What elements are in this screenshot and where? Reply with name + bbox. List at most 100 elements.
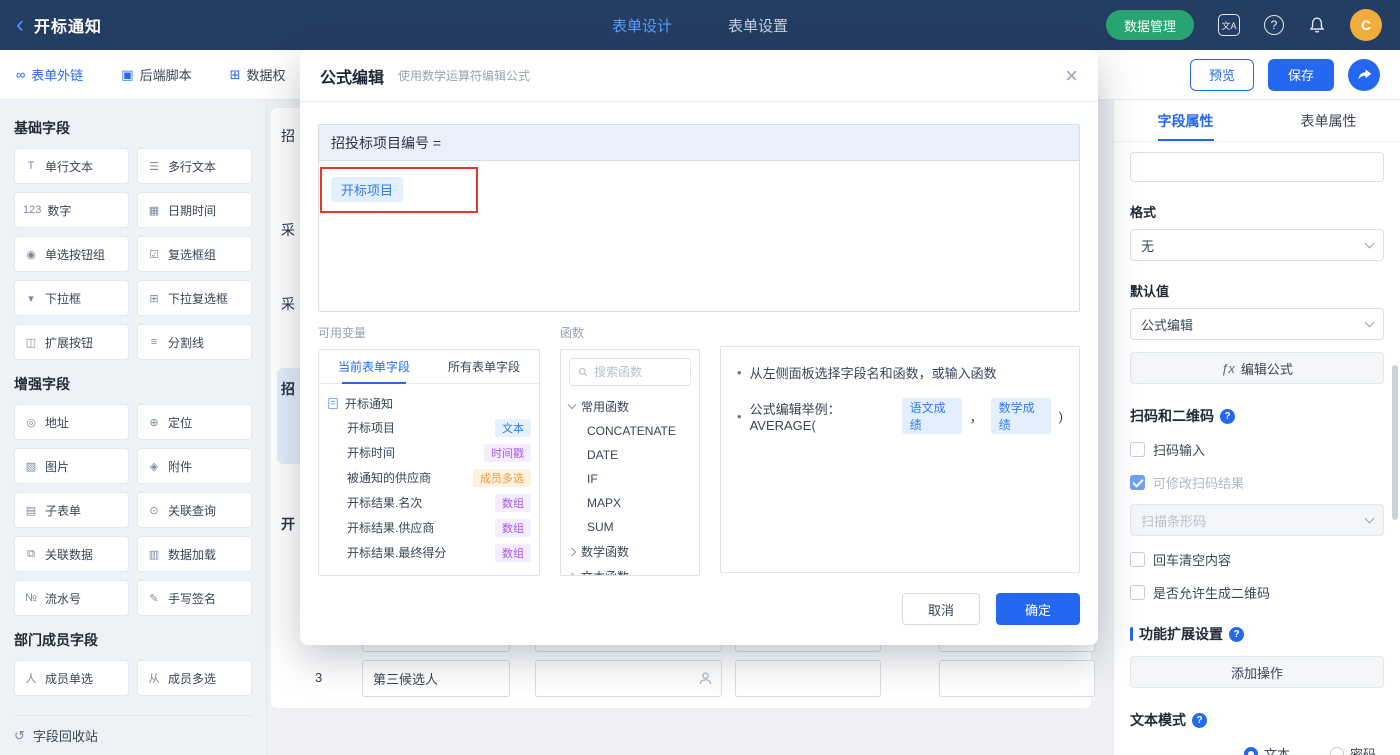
field-item-attachment[interactable]: ◈ 附件: [137, 448, 252, 484]
function-search[interactable]: [569, 358, 691, 386]
field-item-member-multi[interactable]: 从成员多选: [137, 660, 252, 696]
field-item-multi-line-text[interactable]: ☰ 多行文本: [137, 148, 252, 184]
translate-icon[interactable]: 文A: [1218, 14, 1240, 36]
checkbox-box-checked[interactable]: [1130, 475, 1145, 490]
field-item-label: 手写签名: [168, 591, 217, 606]
checkbox-box[interactable]: [1130, 442, 1145, 457]
field-item-serial-number[interactable]: № 流水号: [14, 580, 129, 616]
data-manage-button[interactable]: 数据管理: [1105, 10, 1194, 40]
variable-field-row[interactable]: 开标结果.名次 数组: [327, 490, 531, 515]
panel-scrollbar[interactable]: [1392, 365, 1398, 520]
notification-bell-icon[interactable]: [1308, 16, 1326, 34]
section-help-icon[interactable]: ?: [1192, 712, 1207, 728]
field-item-dropdown[interactable]: ▾ 下拉框: [14, 280, 129, 316]
field-item-multi-dropdown[interactable]: ⊞ 下拉复选框: [137, 280, 252, 316]
function-item-if[interactable]: IF: [569, 467, 691, 491]
function-tree: 常用函数 CONCATENATE DATE IF MAPX SUM 数学函数: [561, 394, 699, 575]
confirm-button[interactable]: 确定: [996, 593, 1080, 625]
tab-all-form-fields[interactable]: 所有表单字段: [429, 350, 539, 383]
modal-header: 公式编辑 使用数学运算符编辑公式 ×: [300, 50, 1098, 102]
variable-field-row[interactable]: 开标时间 时间戳: [327, 440, 531, 465]
checkbox-scan-input[interactable]: 扫码输入: [1130, 440, 1384, 459]
field-item-data-load[interactable]: ▥ 数据加载: [137, 536, 252, 572]
default-value-select[interactable]: 公式编辑: [1130, 308, 1384, 340]
field-recycle-bin[interactable]: ↺ 字段回收站: [14, 715, 252, 755]
share-button[interactable]: [1348, 58, 1380, 91]
divider-icon: ≡: [150, 336, 158, 348]
function-group-common[interactable]: 常用函数: [567, 394, 691, 419]
bullet-icon: •: [737, 365, 742, 380]
scan-barcode-select[interactable]: 扫描条形码: [1130, 504, 1384, 536]
field-item-linked-query[interactable]: ⊙ 关联查询: [137, 492, 252, 528]
backend-script-button[interactable]: ▣ 后端脚本: [121, 65, 191, 84]
field-title-input[interactable]: [1130, 152, 1384, 182]
variable-field-row[interactable]: 被通知的供应商 成员多选: [327, 465, 531, 490]
function-item-date[interactable]: DATE: [569, 443, 691, 467]
edit-formula-button[interactable]: ƒx 编辑公式: [1130, 352, 1384, 384]
checkbox-editable-scan-result[interactable]: 可修改扫码结果: [1130, 473, 1384, 492]
data-permission-button[interactable]: ⊞ 数据权: [230, 65, 286, 84]
field-item-label: 下拉复选框: [168, 291, 229, 306]
preview-button[interactable]: 预览: [1189, 58, 1254, 91]
tab-form-settings[interactable]: 表单设置: [728, 15, 788, 36]
tab-form-properties[interactable]: 表单属性: [1257, 100, 1400, 141]
format-select[interactable]: 无: [1130, 229, 1384, 261]
field-item-member-single[interactable]: 人成员单选: [14, 660, 129, 696]
field-item-single-line-text[interactable]: T 单行文本: [14, 148, 129, 184]
form-node[interactable]: 开标通知: [327, 391, 531, 415]
radio-password-mode[interactable]: 密码: [1329, 744, 1376, 755]
field-item-divider[interactable]: ≡ 分割线: [137, 324, 252, 360]
variable-field-row[interactable]: 开标结果.最终得分 数组: [327, 540, 531, 565]
field-item-extend-button[interactable]: ◫ 扩展按钮: [14, 324, 129, 360]
function-item-mapx[interactable]: MAPX: [569, 491, 691, 515]
function-group-math[interactable]: 数学函数: [567, 539, 691, 564]
checkbox-box[interactable]: [1130, 585, 1145, 600]
variable-field-row[interactable]: 开标项目 文本: [327, 415, 531, 440]
section-help-icon[interactable]: ?: [1229, 626, 1244, 642]
radio-text-mode[interactable]: 文本: [1243, 744, 1290, 755]
checkbox-enter-clear[interactable]: 回车清空内容: [1130, 550, 1384, 569]
calendar-icon: ▦: [148, 204, 160, 217]
checkbox-allow-qr[interactable]: 是否允许生成二维码: [1130, 583, 1384, 602]
field-item-checkbox-group[interactable]: ☑ 复选框组: [137, 236, 252, 272]
variable-field-row[interactable]: 开标结果.供应商 数组: [327, 515, 531, 540]
field-item-linked-data[interactable]: ⧉ 关联数据: [14, 536, 129, 572]
formula-editor-body[interactable]: 开标项目: [319, 161, 1079, 218]
enhanced-fields-grid: ◎ 地址 ⊕ 定位 ▧ 图片 ◈ 附件 ▤ 子表单 ⊙ 关联查询 ⧉ 关联数据 ▥ 数据加载 №…: [14, 404, 252, 616]
avatar[interactable]: C: [1350, 9, 1382, 41]
field-item-radio-group[interactable]: ◉ 单选按钮组: [14, 236, 129, 272]
member-picker-icon[interactable]: [536, 661, 721, 696]
function-item-sum[interactable]: SUM: [569, 515, 691, 539]
field-item-location[interactable]: ⊕ 定位: [137, 404, 252, 440]
field-item-address[interactable]: ◎ 地址: [14, 404, 129, 440]
checkbox-label: 扫码输入: [1153, 443, 1206, 458]
help-icon[interactable]: ?: [1264, 15, 1284, 35]
subform-cell-candidate[interactable]: 第三候选人: [362, 660, 510, 697]
function-group-text[interactable]: 文本函数: [567, 564, 691, 575]
tab-field-properties[interactable]: 字段属性: [1114, 100, 1257, 141]
cancel-button[interactable]: 取消: [902, 593, 980, 625]
script-icon: ▣: [121, 66, 134, 82]
field-item-subform[interactable]: ▤ 子表单: [14, 492, 129, 528]
close-icon[interactable]: ×: [1065, 64, 1078, 87]
formula-field-chip[interactable]: 开标项目: [331, 177, 404, 202]
field-item-datetime[interactable]: ▦ 日期时间: [137, 192, 252, 228]
subform-cell-member[interactable]: [535, 660, 722, 697]
field-item-number[interactable]: 123 数字: [14, 192, 129, 228]
function-item-concatenate[interactable]: CONCATENATE: [569, 419, 691, 443]
function-search-input[interactable]: [594, 365, 682, 379]
checkbox-box[interactable]: [1130, 552, 1145, 567]
save-button[interactable]: 保存: [1267, 58, 1334, 91]
section-help-icon[interactable]: ?: [1220, 408, 1235, 424]
tab-current-form-fields[interactable]: 当前表单字段: [319, 350, 429, 383]
back-icon[interactable]: ‹: [16, 13, 24, 37]
subform-cell[interactable]: [735, 660, 881, 697]
subform-cell[interactable]: [939, 660, 1095, 697]
field-item-image[interactable]: ▧ 图片: [14, 448, 129, 484]
dropdown-icon: ▾: [28, 292, 34, 305]
add-action-button[interactable]: 添加操作: [1130, 656, 1384, 688]
formula-editor[interactable]: 招投标项目编号 = 开标项目: [318, 124, 1080, 312]
tab-form-design[interactable]: 表单设计: [612, 15, 672, 36]
field-item-signature[interactable]: ✎ 手写签名: [137, 580, 252, 616]
form-external-link-button[interactable]: ∞ 表单外链: [16, 65, 83, 84]
